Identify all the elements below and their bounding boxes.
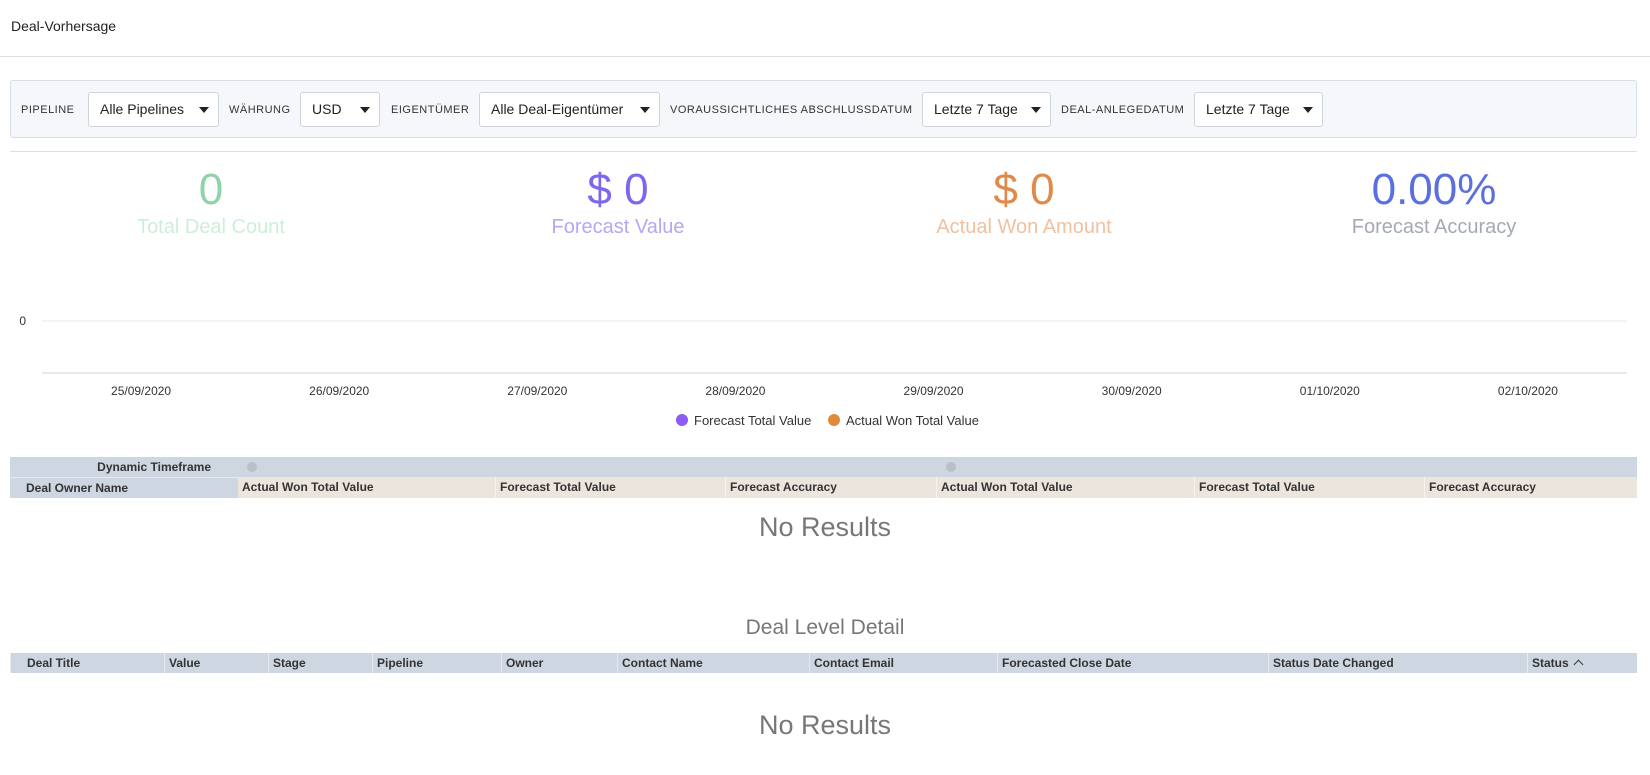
kpi-total-deal-count: 0 Total Deal Count (61, 165, 361, 239)
legend-item-actual-won[interactable]: Actual Won Total Value (828, 413, 979, 433)
legend-dot (676, 414, 688, 426)
column-header-contact-name[interactable]: Contact Name (618, 653, 810, 673)
column-header-forecast-accuracy[interactable]: Forecast Accuracy (1425, 477, 1637, 498)
column-header-owner[interactable]: Owner (502, 653, 618, 673)
detail-table-header: Deal Title Value Stage Pipeline Owner Co… (10, 653, 1637, 673)
kpi-label: Total Deal Count (137, 216, 285, 238)
kpi-value: 0 (198, 165, 224, 214)
kpi-label: Forecast Value (551, 216, 685, 238)
kpi-value: $ 0 (587, 165, 649, 214)
filter-bar: PIPELINE Alle Pipelines WÄHRUNG USD EIGE… (10, 80, 1637, 138)
column-header-forecasted-close-date[interactable]: Forecasted Close Date (998, 653, 1269, 673)
kpi-label: Forecast Accuracy (1351, 216, 1517, 238)
chevron-down-icon (1303, 107, 1313, 113)
x-tick-label: 02/10/2020 (1498, 384, 1558, 398)
column-header-actual-won[interactable]: Actual Won Total Value (937, 477, 1195, 498)
expected-close-date-label: VORAUSSICHTLICHES ABSCHLUSSDATUM (670, 104, 913, 116)
chevron-down-icon (199, 107, 209, 113)
x-tick-label: 27/09/2020 (507, 384, 567, 398)
x-tick-label: 25/09/2020 (111, 384, 171, 398)
column-header-contact-email[interactable]: Contact Email (810, 653, 998, 673)
chevron-down-icon (360, 107, 370, 113)
column-header-status-date-changed[interactable]: Status Date Changed (1269, 653, 1528, 673)
owner-filter-label: EIGENTÜMER (391, 104, 470, 116)
column-header-forecast-total[interactable]: Forecast Total Value (1195, 477, 1425, 498)
column-header-forecast-accuracy[interactable]: Forecast Accuracy (726, 477, 937, 498)
y-tick-label: 0 (19, 314, 26, 328)
deal-created-date-select[interactable]: Letzte 7 Tage (1194, 92, 1323, 127)
legend-label: Actual Won Total Value (846, 413, 979, 428)
sort-ascending-icon (1573, 659, 1584, 670)
expected-close-date-select[interactable]: Letzte 7 Tage (922, 92, 1051, 127)
info-icon[interactable] (243, 457, 257, 477)
x-tick-label: 01/10/2020 (1300, 384, 1360, 398)
currency-select[interactable]: USD (300, 92, 380, 127)
chevron-down-icon (1031, 107, 1041, 113)
deal-created-date-value: Letzte 7 Tage (1206, 101, 1290, 117)
column-header-status-label: Status (1532, 656, 1569, 670)
kpi-actual-won-amount: $ 0 Actual Won Amount (874, 165, 1174, 239)
forecast-table: Dynamic Timeframe Deal Owner Name Actual… (10, 457, 1637, 498)
divider (10, 151, 1637, 152)
kpi-forecast-value: $ 0 Forecast Value (468, 165, 768, 239)
currency-select-value: USD (312, 101, 342, 117)
column-header-pipeline[interactable]: Pipeline (373, 653, 502, 673)
currency-filter-label: WÄHRUNG (229, 104, 291, 116)
column-header-value[interactable]: Value (165, 653, 269, 673)
info-icon[interactable] (942, 457, 956, 477)
pipeline-select[interactable]: Alle Pipelines (88, 92, 219, 127)
column-header-forecast-total[interactable]: Forecast Total Value (496, 477, 726, 498)
page-title: Deal-Vorhersage (11, 18, 117, 34)
legend-item-forecast[interactable]: Forecast Total Value (676, 413, 811, 433)
legend-dot (828, 414, 840, 426)
owner-select[interactable]: Alle Deal-Eigentümer (479, 92, 660, 127)
kpi-forecast-accuracy: 0.00% Forecast Accuracy (1284, 165, 1584, 239)
column-header-deal-owner-name[interactable]: Deal Owner Name (10, 477, 238, 498)
x-tick-label: 26/09/2020 (309, 384, 369, 398)
pipeline-select-value: Alle Pipelines (100, 101, 185, 117)
pipeline-filter-label: PIPELINE (21, 104, 75, 116)
column-header-actual-won[interactable]: Actual Won Total Value (238, 477, 496, 498)
forecast-chart: 0 25/09/2020 26/09/2020 27/09/2020 28/09/202… (19, 314, 1627, 398)
kpi-value: 0.00% (1371, 165, 1497, 214)
table-header-row: Deal Owner Name Actual Won Total Value F… (10, 477, 1637, 498)
table-group-header: Dynamic Timeframe (10, 457, 1637, 477)
column-header-status[interactable]: Status (1528, 653, 1637, 673)
x-tick-label: 30/09/2020 (1102, 384, 1162, 398)
x-tick-label: 29/09/2020 (904, 384, 964, 398)
x-tick-label: 28/09/2020 (705, 384, 765, 398)
column-header-stage[interactable]: Stage (269, 653, 373, 673)
deal-created-date-label: DEAL-ANLEGEDATUM (1061, 104, 1185, 116)
owner-select-value: Alle Deal-Eigentümer (491, 101, 624, 117)
kpi-label: Actual Won Amount (936, 216, 1112, 238)
forecast-table-empty: No Results (758, 512, 892, 542)
legend-label: Forecast Total Value (694, 413, 812, 428)
chevron-down-icon (640, 107, 650, 113)
column-header-deal-title[interactable]: Deal Title (10, 653, 165, 673)
group-label: Dynamic Timeframe (97, 460, 211, 474)
kpi-value: $ 0 (993, 165, 1055, 214)
detail-table-empty: No Results (758, 710, 892, 740)
top-bar: Deal-Vorhersage (0, 0, 1650, 57)
section-title: Deal Level Detail (745, 616, 905, 639)
expected-close-date-value: Letzte 7 Tage (934, 101, 1018, 117)
